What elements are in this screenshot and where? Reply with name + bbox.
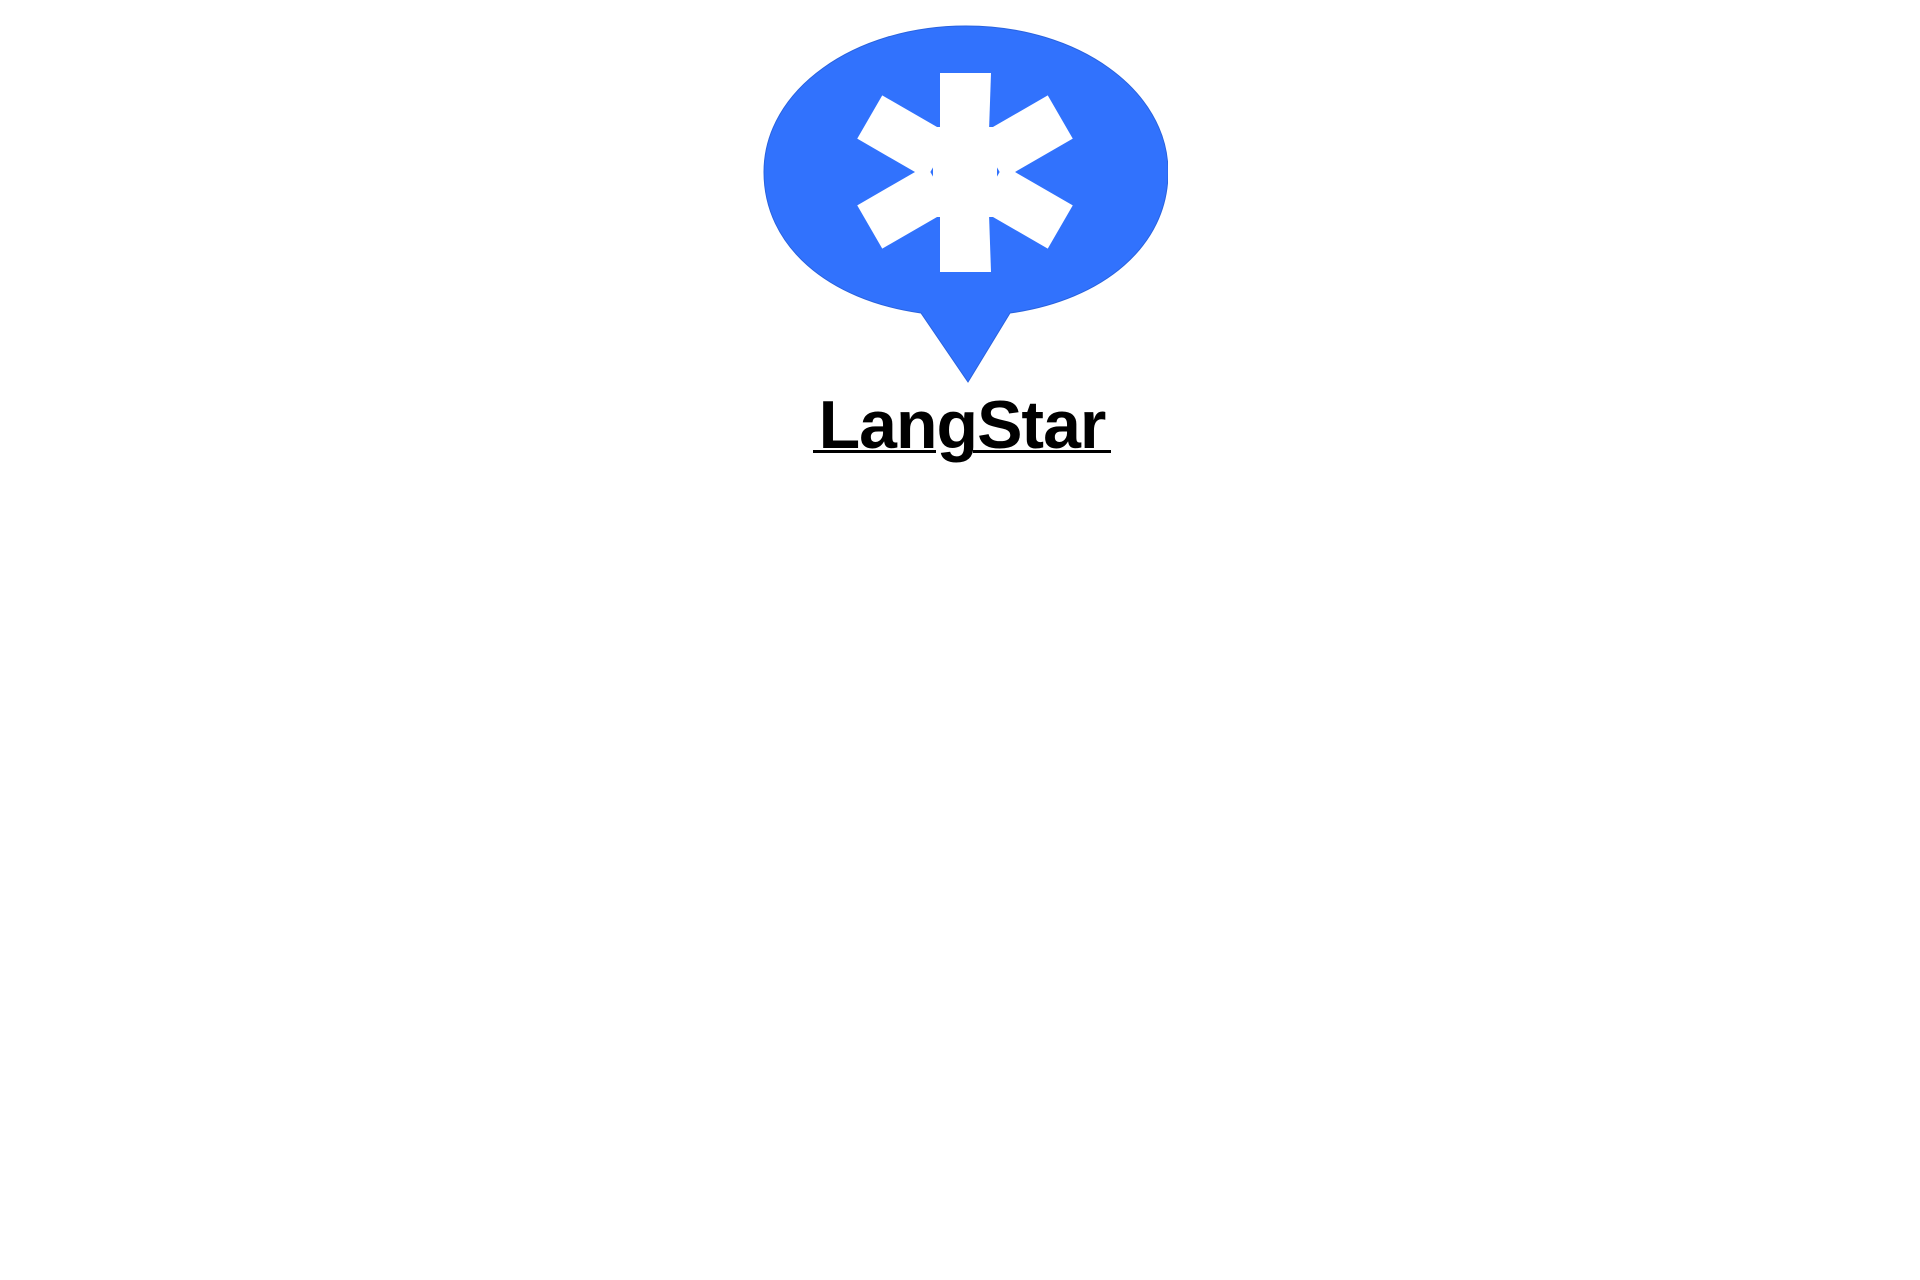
speech-bubble-logo xyxy=(763,25,1168,383)
logo-wordmark: LangStar xyxy=(813,386,1111,464)
page: LangStar xyxy=(0,0,1920,1280)
logo-title: LangStar xyxy=(818,387,1107,463)
